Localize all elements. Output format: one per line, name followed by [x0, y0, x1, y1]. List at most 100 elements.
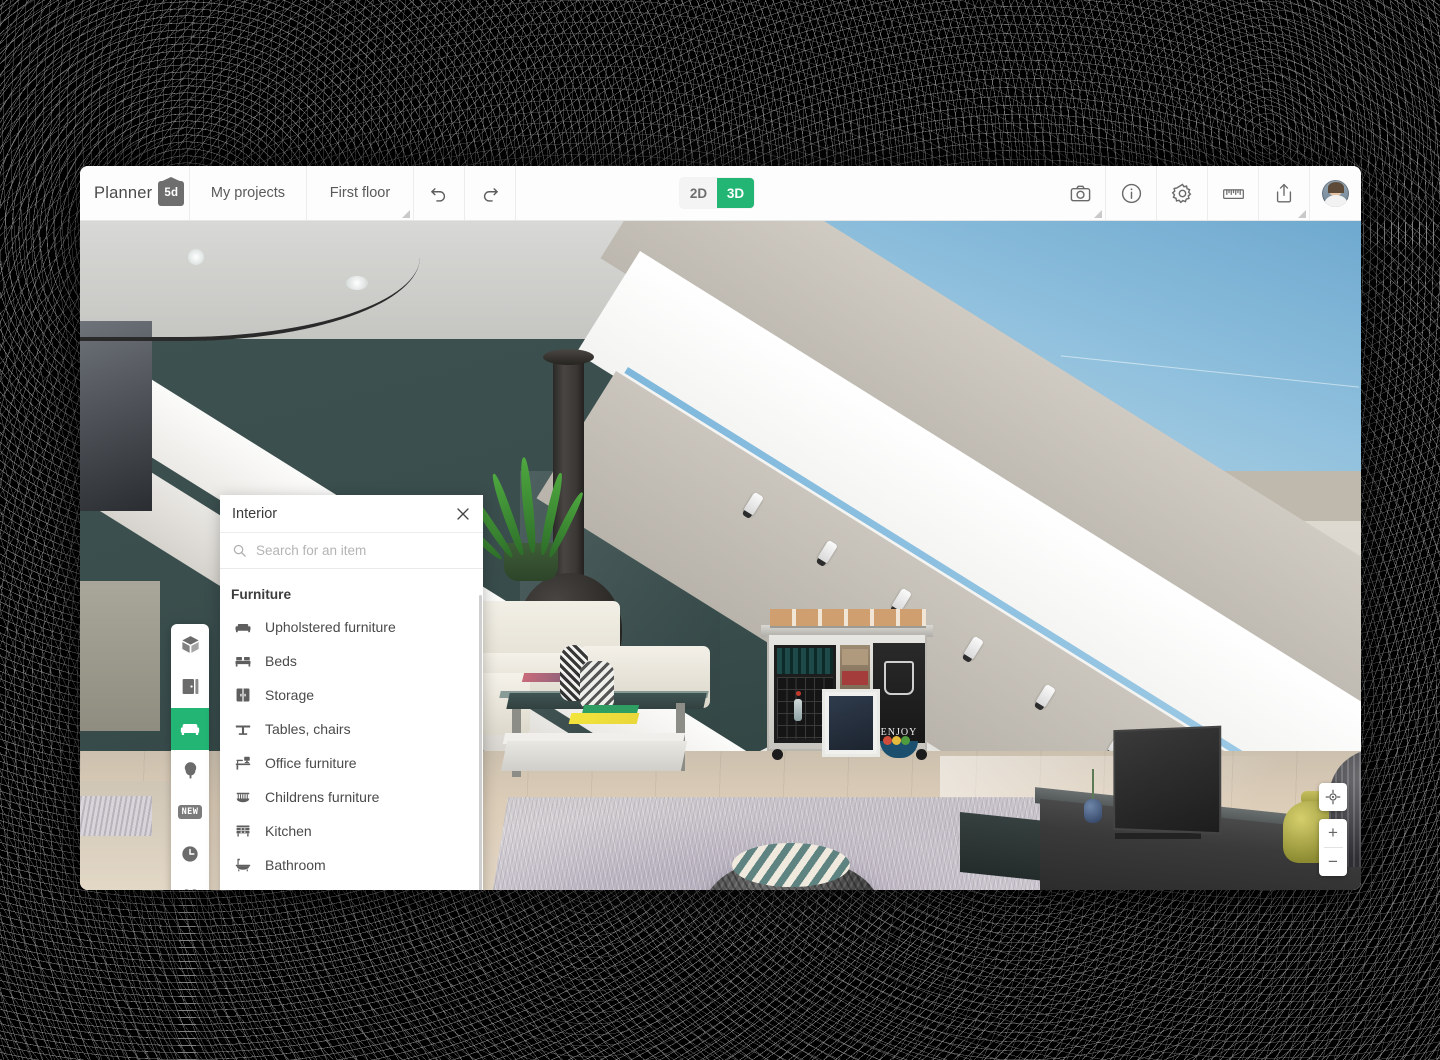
door-icon [180, 676, 201, 697]
camera-resize-corner-icon [1094, 210, 1102, 218]
avatar [1322, 180, 1349, 207]
desk-icon [233, 754, 253, 772]
sidebar-item-construction[interactable] [171, 624, 209, 666]
left-furniture [80, 581, 160, 731]
camera-button[interactable] [1055, 166, 1106, 220]
storage-baskets [770, 609, 926, 628]
catalog-item-public-spaces[interactable]: Furniture for public spaces [220, 882, 483, 890]
viewport-controls: + − [1319, 783, 1347, 876]
floor-selector[interactable]: First floor [307, 166, 414, 220]
heart-icon [180, 886, 201, 890]
share-button[interactable] [1259, 166, 1310, 220]
catalog-item-storage[interactable]: Storage [220, 678, 483, 712]
recenter-button[interactable] [1319, 783, 1347, 811]
framed-picture [822, 689, 880, 757]
tree-icon [180, 760, 201, 781]
top-toolbar: Planner 5d My projects First floor [80, 166, 1361, 221]
sidebar-item-favorites[interactable] [171, 875, 209, 890]
view-mode-toggle[interactable]: 2D 3D [680, 178, 754, 208]
wardrobe-icon [233, 686, 253, 704]
ruler-icon [1221, 181, 1246, 206]
sidebar-item-new[interactable]: NEW [171, 791, 209, 833]
new-badge: NEW [178, 805, 203, 819]
undo-icon [429, 183, 449, 203]
pendant-lamp [188, 249, 204, 265]
catalog-item-label: Childrens furniture [265, 789, 379, 805]
undo-button[interactable] [414, 166, 465, 220]
camera-icon [1069, 182, 1092, 205]
interior-catalog-panel: Interior Furniture [220, 495, 483, 890]
fireplace-flue-cap [543, 349, 594, 365]
recenter-control[interactable] [1319, 783, 1347, 811]
catalog-category-list[interactable]: Furniture Upholstered furniture [220, 569, 483, 890]
clock-icon [180, 844, 200, 864]
catalog-item-kitchen[interactable]: Kitchen [220, 814, 483, 848]
catalog-title: Interior [232, 506, 277, 522]
fruit-item [901, 736, 910, 745]
planner5d-app-window: Planner 5d My projects First floor [80, 166, 1361, 890]
pendant-lamp [346, 276, 368, 290]
settings-button[interactable] [1157, 166, 1208, 220]
app-logo[interactable]: Planner 5d [80, 166, 190, 220]
close-catalog-button[interactable] [455, 506, 471, 522]
catalog-item-label: Bathroom [265, 857, 326, 873]
zoom-in-button[interactable]: + [1319, 819, 1347, 847]
catalog-item-label: Office furniture [265, 755, 357, 771]
bar-caster-wheel [916, 749, 927, 760]
zoom-out-button[interactable]: − [1319, 848, 1347, 876]
catalog-item-label: Tables, chairs [265, 721, 351, 737]
catalog-item-label: Kitchen [265, 823, 312, 839]
view-mode-3d[interactable]: 3D [717, 178, 754, 208]
sidebar-item-recent[interactable] [171, 833, 209, 875]
sofa-icon [179, 718, 201, 740]
catalog-item-upholstered-furniture[interactable]: Upholstered furniture [220, 610, 483, 644]
my-projects-button[interactable]: My projects [190, 166, 307, 220]
floor-label: First floor [330, 185, 390, 201]
catalog-item-label: Beds [265, 653, 297, 669]
fruit-item [883, 736, 892, 745]
search-icon [232, 543, 247, 558]
catalog-item-childrens-furniture[interactable]: Childrens furniture [220, 780, 483, 814]
search-input[interactable] [256, 543, 446, 558]
catalog-scrollbar[interactable] [479, 595, 482, 890]
coffee-table-base [501, 741, 687, 771]
measure-button[interactable] [1208, 166, 1259, 220]
sidebar-item-doors-windows[interactable] [171, 666, 209, 708]
bathtub-icon [233, 856, 253, 874]
television [1113, 726, 1221, 835]
redo-button[interactable] [465, 166, 516, 220]
catalog-group-title: Furniture [220, 575, 483, 610]
bar-bottles [777, 648, 833, 674]
brand-badge-text: 5d [164, 187, 178, 199]
recenter-icon [1325, 789, 1341, 805]
yellow-book [569, 713, 640, 724]
sidebar-item-exterior[interactable] [171, 750, 209, 792]
redo-icon [480, 183, 500, 203]
table-icon [233, 720, 253, 738]
kitchen-cabinet-icon [233, 822, 253, 840]
sidebar-item-interior[interactable] [171, 708, 209, 750]
share-icon [1273, 182, 1295, 204]
zoom-control[interactable]: + − [1319, 819, 1347, 876]
user-account-button[interactable] [1310, 166, 1361, 220]
design-viewport-3d[interactable]: ENJOY [80, 221, 1361, 890]
bar-chalkboard-door: ENJOY [873, 643, 925, 743]
bud-vase [794, 699, 802, 721]
left-rug-area [80, 796, 152, 836]
catalog-search-row[interactable] [220, 533, 483, 569]
bar-shelf-items [842, 649, 868, 665]
catalog-item-beds[interactable]: Beds [220, 644, 483, 678]
catalog-item-label: Upholstered furniture [265, 619, 396, 635]
catalog-item-tables-chairs[interactable]: Tables, chairs [220, 712, 483, 746]
info-button[interactable] [1106, 166, 1157, 220]
pouf-chevron-cushion [732, 843, 850, 887]
cube-icon [180, 634, 201, 655]
info-icon [1120, 182, 1143, 205]
bed-icon [233, 652, 253, 670]
toolbar-spacer [516, 166, 1055, 220]
catalog-item-bathroom[interactable]: Bathroom [220, 848, 483, 882]
catalog-item-office-furniture[interactable]: Office furniture [220, 746, 483, 780]
my-projects-label: My projects [211, 185, 285, 201]
view-mode-2d[interactable]: 2D [680, 178, 717, 208]
bar-shelf-items [842, 671, 868, 685]
